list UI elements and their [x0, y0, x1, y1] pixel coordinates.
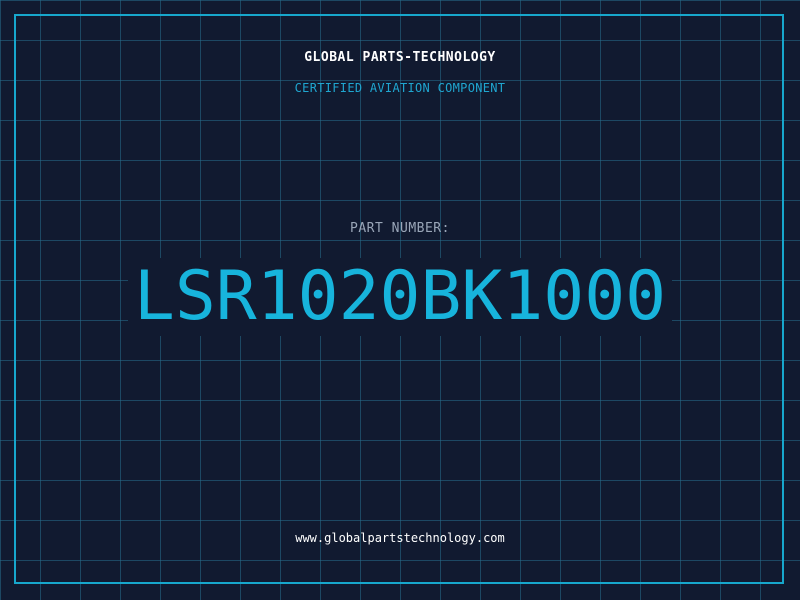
part-label-card: GLOBAL PARTS-TECHNOLOGY CERTIFIED AVIATI… — [0, 0, 800, 600]
company-name: GLOBAL PARTS-TECHNOLOGY — [304, 50, 496, 65]
part-number-label: PART NUMBER: — [350, 221, 450, 236]
part-number-value: LSR1020BK1000 — [127, 258, 673, 336]
part-number-container: LSR1020BK1000 — [0, 258, 800, 336]
certification-subtitle: CERTIFIED AVIATION COMPONENT — [294, 81, 506, 95]
website-url: www.globalpartstechnology.com — [295, 531, 505, 545]
